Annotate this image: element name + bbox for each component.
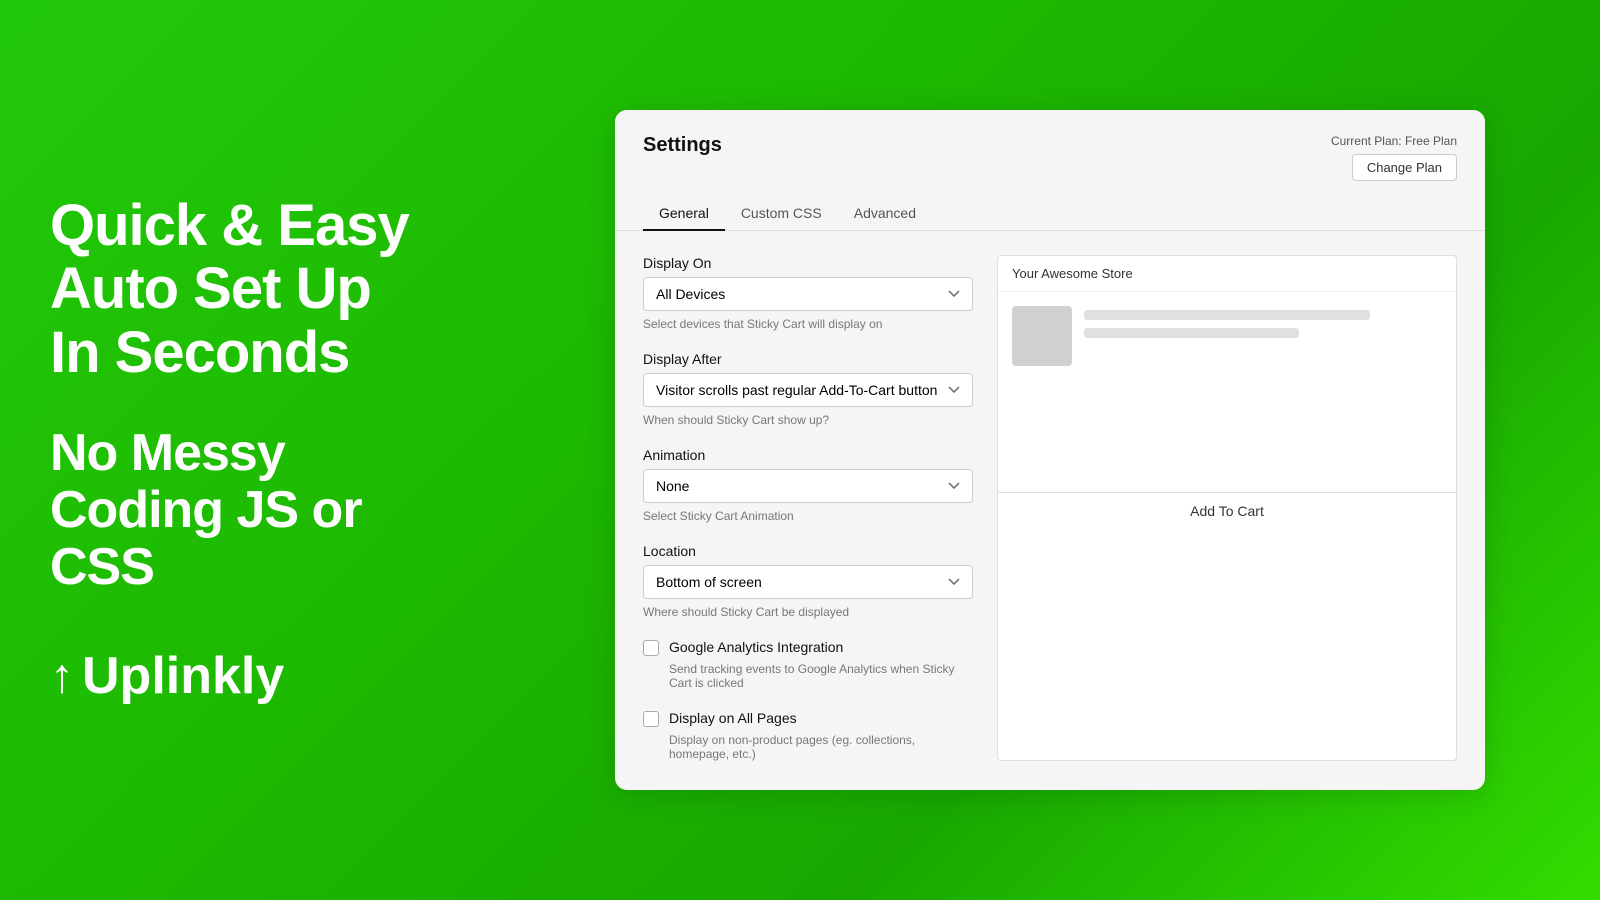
settings-card: Settings Current Plan: Free Plan Change …: [615, 110, 1485, 790]
display-on-select[interactable]: All Devices Desktop Only Mobile Only: [643, 277, 973, 311]
location-select[interactable]: Bottom of screen Top of screen: [643, 565, 973, 599]
display-all-pages-hint: Display on non-product pages (eg. collec…: [669, 733, 973, 761]
location-group: Location Bottom of screen Top of screen …: [643, 543, 973, 619]
brand-logo: ↑ Uplinkly: [50, 646, 470, 706]
preview-panel: Your Awesome Store Add To Cart: [997, 255, 1457, 761]
display-on-group: Display On All Devices Desktop Only Mobi…: [643, 255, 973, 331]
preview-store-name: Your Awesome Store: [998, 256, 1456, 292]
animation-select[interactable]: None Slide Fade: [643, 469, 973, 503]
tab-advanced[interactable]: Advanced: [838, 197, 932, 231]
display-on-hint: Select devices that Sticky Cart will dis…: [643, 317, 973, 331]
display-all-pages-checkbox[interactable]: [643, 711, 659, 727]
preview-add-to-cart-bar: Add To Cart: [998, 492, 1456, 529]
sub-text: No MessyCoding JS orCSS: [50, 425, 470, 597]
location-hint: Where should Sticky Cart be displayed: [643, 605, 973, 619]
card-body: Display On All Devices Desktop Only Mobi…: [615, 231, 1485, 785]
preview-product-image: [1012, 306, 1072, 366]
card-header: Settings Current Plan: Free Plan Change …: [615, 110, 1485, 181]
animation-hint: Select Sticky Cart Animation: [643, 509, 973, 523]
display-after-group: Display After Visitor scrolls past regul…: [643, 351, 973, 427]
form-section: Display On All Devices Desktop Only Mobi…: [643, 255, 973, 761]
animation-group: Animation None Slide Fade Select Sticky …: [643, 447, 973, 523]
preview-line-2: [1084, 328, 1299, 338]
plan-area: Current Plan: Free Plan Change Plan: [1331, 134, 1457, 181]
display-all-pages-row: Display on All Pages: [643, 710, 973, 727]
preview-line-1: [1084, 310, 1370, 320]
display-all-pages-label: Display on All Pages: [669, 710, 797, 726]
display-on-label: Display On: [643, 255, 973, 271]
brand-arrow-icon: ↑: [50, 649, 74, 704]
tab-general[interactable]: General: [643, 197, 725, 231]
google-analytics-row: Google Analytics Integration: [643, 639, 973, 656]
preview-store-body: [998, 292, 1456, 492]
display-after-select[interactable]: Visitor scrolls past regular Add-To-Cart…: [643, 373, 973, 407]
tabs-bar: General Custom CSS Advanced: [615, 181, 1485, 231]
google-analytics-label: Google Analytics Integration: [669, 639, 843, 655]
google-analytics-checkbox[interactable]: [643, 640, 659, 656]
google-analytics-hint: Send tracking events to Google Analytics…: [669, 662, 973, 690]
settings-title: Settings: [643, 134, 722, 157]
location-label: Location: [643, 543, 973, 559]
left-panel: Quick & EasyAuto Set UpIn Seconds No Mes…: [0, 0, 520, 900]
google-analytics-group: Google Analytics Integration Send tracki…: [643, 639, 973, 690]
tab-custom-css[interactable]: Custom CSS: [725, 197, 838, 231]
brand-name: Uplinkly: [82, 646, 284, 706]
animation-label: Animation: [643, 447, 973, 463]
hero-text: Quick & EasyAuto Set UpIn Seconds: [50, 194, 470, 385]
preview-product-row: [1012, 306, 1442, 366]
current-plan-label: Current Plan: Free Plan: [1331, 134, 1457, 148]
change-plan-button[interactable]: Change Plan: [1352, 154, 1457, 181]
right-panel: Settings Current Plan: Free Plan Change …: [520, 0, 1600, 900]
display-all-pages-group: Display on All Pages Display on non-prod…: [643, 710, 973, 761]
preview-store: Your Awesome Store Add To Cart: [997, 255, 1457, 761]
display-after-hint: When should Sticky Cart show up?: [643, 413, 973, 427]
display-after-label: Display After: [643, 351, 973, 367]
preview-product-lines: [1084, 306, 1442, 338]
